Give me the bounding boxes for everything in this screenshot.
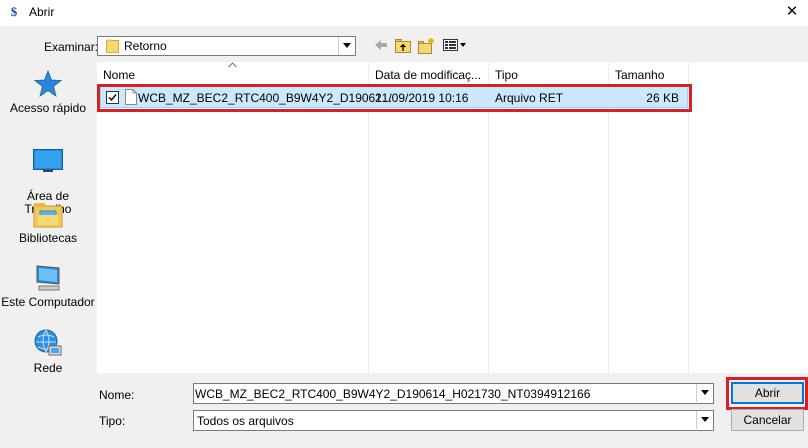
cancel-button[interactable]: Cancelar <box>731 409 804 431</box>
lookin-dropdown-arrow[interactable] <box>338 37 355 55</box>
filename-value: WCB_MZ_BEC2_RTC400_B9W4Y2_D190614_H02173… <box>195 387 591 401</box>
up-folder-icon <box>395 39 411 53</box>
column-header-type[interactable]: Tipo <box>495 68 518 82</box>
place-libraries[interactable]: Bibliotecas <box>0 200 96 245</box>
view-menu-button[interactable] <box>439 37 469 55</box>
computer-icon <box>36 265 60 291</box>
place-network[interactable]: Rede <box>0 328 96 375</box>
highlight-outline <box>97 84 692 112</box>
column-header-size[interactable]: Tamanho <box>615 68 664 82</box>
view-menu-icon <box>443 39 466 51</box>
lookin-dropdown[interactable]: Retorno <box>97 36 356 56</box>
places-bar: Acesso rápido Área de Trabalho Bibliotec… <box>0 62 96 375</box>
chevron-down-icon <box>701 390 709 395</box>
new-folder-button[interactable] <box>415 37 437 55</box>
open-button[interactable]: Abrir <box>731 382 804 404</box>
window-title: Abrir <box>29 5 55 19</box>
close-button[interactable]: ✕ <box>776 0 808 26</box>
place-label: Bibliotecas <box>18 231 78 245</box>
filetype-dropdown[interactable]: Todos os arquivos <box>193 410 714 431</box>
lookin-value: Retorno <box>124 39 167 53</box>
folder-icon <box>106 39 119 53</box>
sort-ascending-icon <box>228 62 237 68</box>
filename-dropdown-arrow[interactable] <box>696 384 713 402</box>
title-bar: $ Abrir ✕ <box>0 0 808 26</box>
back-button[interactable] <box>371 37 393 55</box>
back-arrow-icon <box>375 40 387 50</box>
filetype-value: Todos os arquivos <box>197 414 294 428</box>
place-label: Este Computador <box>1 295 95 309</box>
filename-label: Nome: <box>99 388 135 402</box>
star-icon <box>34 70 62 97</box>
chevron-down-icon <box>343 43 351 48</box>
place-quick-access[interactable]: Acesso rápido <box>0 70 96 115</box>
column-header-name[interactable]: Nome <box>103 68 135 82</box>
place-label: Acesso rápido <box>9 101 87 115</box>
network-icon <box>34 329 62 356</box>
filetype-label: Tipo: <box>99 414 126 428</box>
close-icon: ✕ <box>785 3 799 20</box>
new-folder-icon <box>418 38 434 54</box>
filetype-dropdown-arrow[interactable] <box>696 411 713 429</box>
column-header-date[interactable]: Data de modificaç... <box>375 68 481 82</box>
up-folder-button[interactable] <box>392 37 414 55</box>
desktop-icon <box>33 149 63 172</box>
lookin-label: Examinar: <box>44 40 99 54</box>
place-label: Rede <box>33 361 63 375</box>
place-this-pc[interactable]: Este Computador <box>0 264 96 309</box>
chevron-down-icon <box>701 417 709 422</box>
libraries-icon <box>33 203 63 228</box>
app-dollar-icon: $ <box>10 4 18 19</box>
filename-field[interactable]: WCB_MZ_BEC2_RTC400_B9W4Y2_D190614_H02173… <box>193 383 714 404</box>
